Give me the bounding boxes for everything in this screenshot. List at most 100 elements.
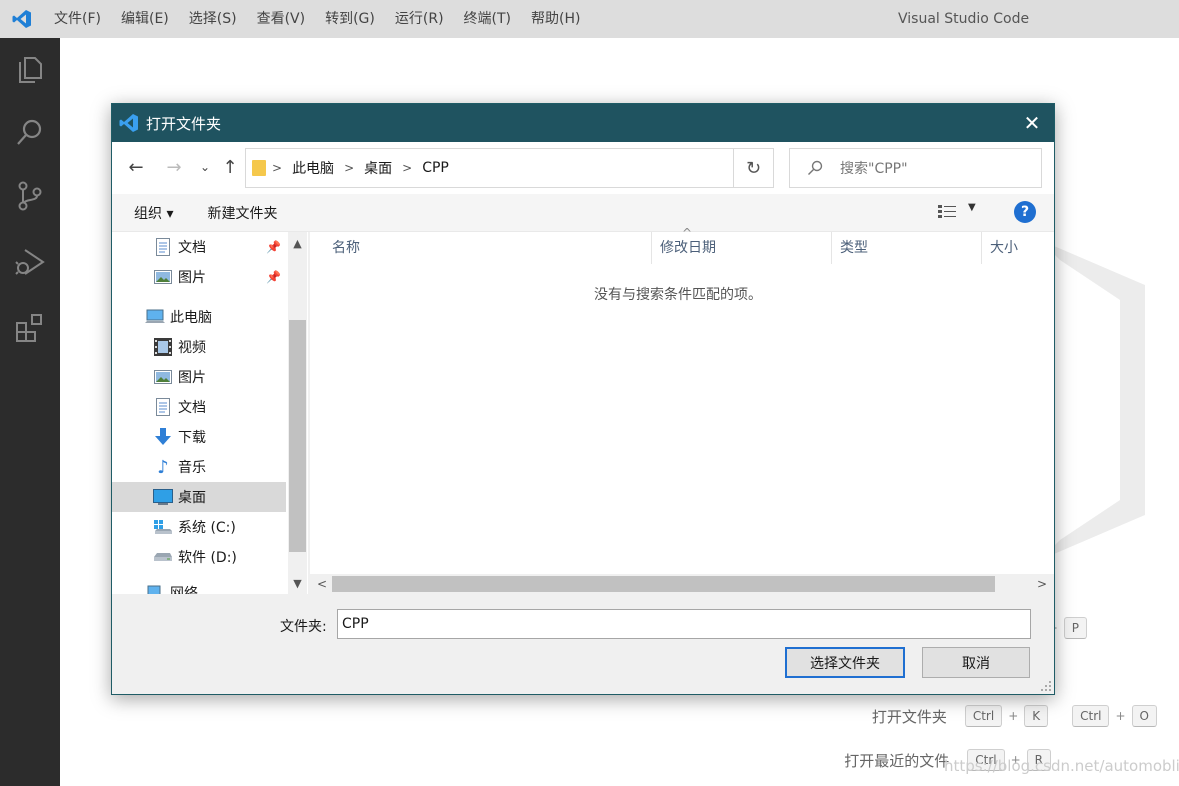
menu-terminal[interactable]: 终端(T) <box>454 0 521 38</box>
resize-grip-icon[interactable] <box>1040 680 1052 692</box>
video-icon <box>152 337 174 357</box>
search-icon <box>790 160 840 176</box>
chevron-right-icon: > <box>402 161 413 175</box>
document-icon <box>152 237 174 257</box>
activity-bar <box>0 38 60 786</box>
nav-item-documents[interactable]: 文档 <box>112 392 286 422</box>
dialog-title: 打开文件夹 <box>146 114 222 133</box>
select-folder-button[interactable]: 选择文件夹 <box>785 647 905 678</box>
computer-icon <box>144 307 166 327</box>
nav-item-this-pc[interactable]: 此电脑 <box>112 302 286 332</box>
file-list-horizontal-scrollbar[interactable]: < > <box>310 574 1054 594</box>
help-icon[interactable]: ? <box>1014 201 1036 223</box>
url-watermark: https://blog.csdn.net/automoblie0 <box>944 757 1179 775</box>
menu-view[interactable]: 查看(V) <box>247 0 316 38</box>
breadcrumb-cpp[interactable]: CPP <box>422 160 449 176</box>
address-bar[interactable]: > 此电脑 > 桌面 > CPP ⌄ <box>245 148 859 188</box>
nav-item-drive-d[interactable]: 软件 (D:) <box>112 542 286 572</box>
back-arrow-icon[interactable]: ← <box>125 156 147 178</box>
scroll-right-chevron-icon[interactable]: > <box>1032 574 1052 594</box>
nav-item-pictures[interactable]: 图片 <box>112 362 286 392</box>
scrollbar-thumb[interactable] <box>332 576 995 592</box>
scroll-up-chevron-icon[interactable]: ▲ <box>288 234 307 252</box>
search-icon[interactable] <box>12 114 48 150</box>
column-header-type[interactable]: 类型 <box>832 232 982 264</box>
nav-item-label: 文档 <box>178 400 206 416</box>
breadcrumb-desktop[interactable]: 桌面 <box>364 158 392 178</box>
nav-item-documents-pinned[interactable]: 文档 📌 <box>112 232 286 262</box>
nav-item-label: 音乐 <box>178 460 206 476</box>
vscode-logo-icon <box>0 0 44 38</box>
organize-button[interactable]: 组织 ▾ <box>134 203 173 223</box>
menu-bar: 文件(F) 编辑(E) 选择(S) 查看(V) 转到(G) 运行(R) 终端(T… <box>44 0 590 38</box>
shortcut-open-folder[interactable]: 打开文件夹 Ctrl + K Ctrl + O <box>872 705 1157 727</box>
menu-help[interactable]: 帮助(H) <box>521 0 590 38</box>
app-title: Visual Studio Code <box>898 11 1030 27</box>
vscode-titlebar: 文件(F) 编辑(E) 选择(S) 查看(V) 转到(G) 运行(R) 终端(T… <box>0 0 1179 38</box>
refresh-icon[interactable]: ↻ <box>734 148 774 188</box>
extensions-icon[interactable] <box>12 310 48 346</box>
chevron-right-icon: > <box>344 161 355 175</box>
column-header-modified[interactable]: 修改日期 <box>652 232 832 264</box>
forward-arrow-icon[interactable]: → <box>163 156 185 178</box>
folder-name-input[interactable]: CPP <box>337 609 1031 639</box>
menu-selection[interactable]: 选择(S) <box>179 0 247 38</box>
navigation-bar: ← → ⌄ ↑ > 此电脑 > 桌面 > CPP ⌄ ↻ 搜索"CPP" <box>112 142 1054 194</box>
shortcut-label[interactable]: 打开文件夹 <box>872 706 947 727</box>
pictures-icon <box>152 267 174 287</box>
nav-item-desktop[interactable]: 桌面 <box>112 482 286 512</box>
drive-icon <box>152 547 174 567</box>
cancel-button[interactable]: 取消 <box>922 647 1030 678</box>
run-debug-icon[interactable] <box>12 244 48 280</box>
nav-item-pictures-pinned[interactable]: 图片 📌 <box>112 262 286 292</box>
nav-item-label: 系统 (C:) <box>178 520 236 536</box>
open-folder-dialog: 打开文件夹 ✕ ← → ⌄ ↑ > 此电脑 > 桌面 > CPP ⌄ ↻ 搜索"… <box>111 103 1055 695</box>
shortcut-label[interactable]: 打开最近的文件 <box>844 750 949 771</box>
navigation-pane: 文档 📌 图片 📌 此电脑 视频 图片 文档 下载 ♪ 音乐 桌面 系统 (C:… <box>112 232 308 594</box>
menu-run[interactable]: 运行(R) <box>385 0 454 38</box>
scroll-down-chevron-icon[interactable]: ▼ <box>288 574 307 592</box>
scroll-left-chevron-icon[interactable]: < <box>312 574 332 594</box>
dialog-titlebar: 打开文件夹 ✕ <box>112 104 1054 142</box>
nav-pane-scrollbar[interactable]: ▲ ▼ <box>288 232 307 594</box>
column-header-name[interactable]: 名称 <box>310 232 652 264</box>
pin-icon[interactable]: 📌 <box>266 240 281 254</box>
view-options-icon[interactable] <box>938 204 958 220</box>
scrollbar-thumb[interactable] <box>289 320 306 552</box>
menu-go[interactable]: 转到(G) <box>315 0 385 38</box>
nav-item-videos[interactable]: 视频 <box>112 332 286 362</box>
pictures-icon <box>152 367 174 387</box>
menu-edit[interactable]: 编辑(E) <box>111 0 179 38</box>
nav-item-network[interactable]: 网络 <box>112 578 286 594</box>
pin-icon[interactable]: 📌 <box>266 270 281 284</box>
search-input[interactable]: 搜索"CPP" <box>789 148 1042 188</box>
breadcrumb-this-pc[interactable]: 此电脑 <box>292 158 334 178</box>
nav-item-music[interactable]: ♪ 音乐 <box>112 452 286 482</box>
file-list: ^ 名称 修改日期 类型 大小 没有与搜索条件匹配的项。 < > <box>310 226 1054 594</box>
nav-item-drive-c[interactable]: 系统 (C:) <box>112 512 286 542</box>
view-dropdown-icon[interactable]: ▼ <box>968 202 976 213</box>
explorer-icon[interactable] <box>12 50 48 86</box>
nav-item-label: 图片 <box>178 270 206 286</box>
chevron-right-icon: > <box>272 161 283 175</box>
close-icon[interactable]: ✕ <box>1010 104 1054 142</box>
key-cap: Ctrl <box>1072 705 1110 727</box>
nav-item-downloads[interactable]: 下载 <box>112 422 286 452</box>
key-cap: P <box>1063 617 1087 639</box>
network-icon <box>144 583 166 594</box>
nav-item-label: 图片 <box>178 370 206 386</box>
folder-field-label: 文件夹: <box>280 619 327 635</box>
command-bar: 组织 ▾ 新建文件夹 ▼ ? <box>112 194 1054 232</box>
source-control-icon[interactable] <box>12 178 48 214</box>
windows-drive-icon <box>152 517 174 537</box>
new-folder-button[interactable]: 新建文件夹 <box>207 203 277 223</box>
menu-file[interactable]: 文件(F) <box>44 0 111 38</box>
column-header-size[interactable]: 大小 <box>982 232 1054 264</box>
folder-icon <box>252 160 266 176</box>
desktop-icon <box>152 487 174 507</box>
search-placeholder: 搜索"CPP" <box>840 161 908 177</box>
recent-locations-chevron-icon[interactable]: ⌄ <box>194 156 216 178</box>
nav-item-label: 下载 <box>178 430 206 446</box>
nav-item-label: 视频 <box>178 340 206 356</box>
up-arrow-icon[interactable]: ↑ <box>219 156 241 178</box>
